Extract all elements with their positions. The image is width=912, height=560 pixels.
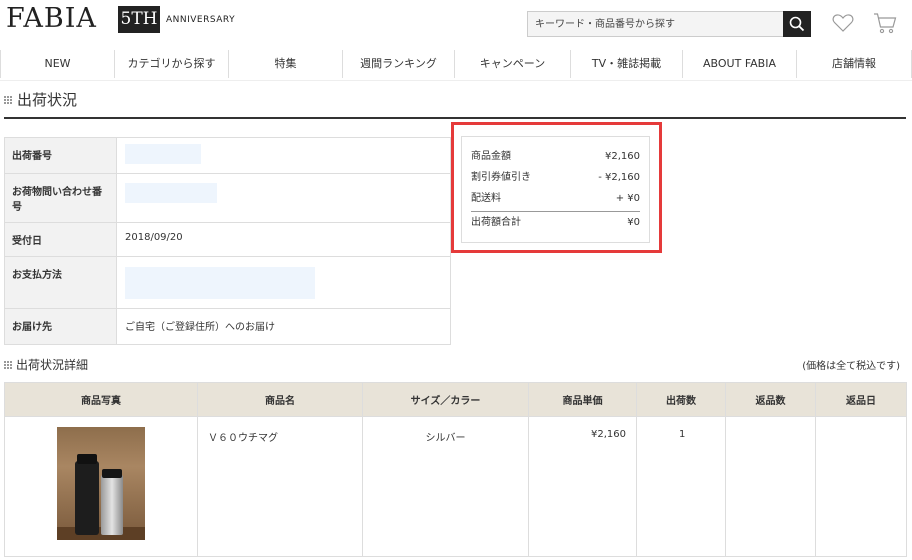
- info-label: お荷物問い合わせ番号: [4, 173, 117, 223]
- summary-label: 配送料: [471, 193, 501, 204]
- search-button[interactable]: [783, 11, 811, 37]
- search-box: [527, 11, 811, 37]
- nav-item-category[interactable]: カテゴリから探す: [114, 50, 228, 78]
- column-header: 商品単価: [528, 382, 637, 417]
- title-divider: [4, 117, 906, 119]
- nav-item-feature[interactable]: 特集: [228, 50, 342, 78]
- column-header: 商品写真: [4, 382, 198, 417]
- summary-row: 配送料 + ¥0: [471, 188, 640, 209]
- nav-item-media[interactable]: TV・雑誌掲載: [570, 50, 682, 78]
- info-value: [116, 173, 451, 223]
- product-size-color: シルバー: [362, 416, 529, 557]
- search-icon: [789, 16, 805, 32]
- summary-label: 商品金額: [471, 151, 511, 162]
- summary-total-label: 出荷額合計: [471, 217, 521, 228]
- info-value: [116, 256, 451, 309]
- nav-item-campaign[interactable]: キャンペーン: [454, 50, 570, 78]
- summary-row: 商品金額 ¥2,160: [471, 146, 640, 167]
- summary-label: 割引券値引き: [471, 172, 531, 183]
- heart-icon[interactable]: [832, 13, 854, 33]
- product-qty: 1: [636, 416, 726, 557]
- cart-icon[interactable]: [873, 12, 897, 34]
- column-header: 出荷数: [636, 382, 726, 417]
- shipment-info-table: 出荷番号 お荷物問い合わせ番号 受付日 2018/09/20 お支払方法 お届け…: [4, 137, 451, 345]
- detail-section-title: 出荷状況詳細: [4, 356, 88, 373]
- product-return-date: [815, 416, 907, 557]
- column-header: 返品日: [815, 382, 907, 417]
- site-header: FABIA 5TH ANNIVERSARY: [0, 0, 912, 44]
- product-photo-cell: [4, 416, 198, 557]
- summary-value: + ¥0: [615, 193, 640, 204]
- detail-title-text: 出荷状況詳細: [16, 358, 89, 372]
- summary-value: ¥2,160: [605, 151, 640, 162]
- redacted-value: [125, 267, 315, 299]
- info-value: [116, 137, 451, 174]
- product-name[interactable]: Ｖ６０ウチマグ: [197, 416, 363, 557]
- redacted-value: [125, 183, 217, 203]
- summary-value: - ¥2,160: [598, 172, 640, 183]
- column-header: 返品数: [725, 382, 816, 417]
- nav-item-ranking[interactable]: 週間ランキング: [342, 50, 454, 78]
- shipment-detail-table: 商品写真 商品名 サイズ／カラー 商品単価 出荷数 返品数 返品日 Ｖ６０ウチマ…: [4, 382, 907, 557]
- summary-row: 割引券値引き - ¥2,160: [471, 167, 640, 188]
- anniversary-badge: 5TH: [118, 6, 160, 33]
- grid-icon: [4, 360, 12, 369]
- info-row: お荷物問い合わせ番号: [4, 173, 451, 223]
- search-input[interactable]: [528, 12, 784, 36]
- column-header: サイズ／カラー: [362, 382, 529, 417]
- anniversary-text: ANNIVERSARY: [166, 15, 236, 25]
- info-label: お届け先: [4, 308, 117, 345]
- nav-divider: [0, 80, 912, 81]
- nav-item-new[interactable]: NEW: [0, 50, 114, 78]
- price-summary: 商品金額 ¥2,160 割引券値引き - ¥2,160 配送料 + ¥0 出荷額…: [461, 136, 650, 243]
- grid-icon: [4, 95, 12, 104]
- info-value: ご自宅（ご登録住所）へのお届け: [116, 308, 451, 345]
- summary-total-row: 出荷額合計 ¥0: [471, 211, 640, 232]
- table-row: Ｖ６０ウチマグ シルバー ¥2,160 1: [4, 416, 907, 557]
- info-row: お支払方法: [4, 256, 451, 309]
- table-header-row: 商品写真 商品名 サイズ／カラー 商品単価 出荷数 返品数 返品日: [4, 382, 907, 417]
- summary-total-value: ¥0: [627, 217, 640, 228]
- info-label: 出荷番号: [4, 137, 117, 174]
- info-label: お支払方法: [4, 256, 117, 309]
- product-returns: [725, 416, 816, 557]
- info-value: 2018/09/20: [116, 222, 451, 257]
- info-row: 出荷番号: [4, 137, 451, 174]
- redacted-value: [125, 144, 201, 164]
- main-nav: NEW カテゴリから探す 特集 週間ランキング キャンペーン TV・雑誌掲載 A…: [0, 50, 912, 78]
- tax-note: (価格は全て税込です): [802, 361, 900, 372]
- page-title-text: 出荷状況: [17, 91, 78, 109]
- product-unit-price: ¥2,160: [528, 416, 637, 557]
- nav-item-stores[interactable]: 店舗情報: [796, 50, 912, 78]
- page-title: 出荷状況: [4, 89, 77, 110]
- info-row: お届け先 ご自宅（ご登録住所）へのお届け: [4, 308, 451, 345]
- nav-item-about[interactable]: ABOUT FABIA: [682, 50, 796, 78]
- product-photo[interactable]: [57, 427, 145, 540]
- logo[interactable]: FABIA: [6, 3, 97, 34]
- info-row: 受付日 2018/09/20: [4, 222, 451, 257]
- info-label: 受付日: [4, 222, 117, 257]
- column-header: 商品名: [197, 382, 363, 417]
